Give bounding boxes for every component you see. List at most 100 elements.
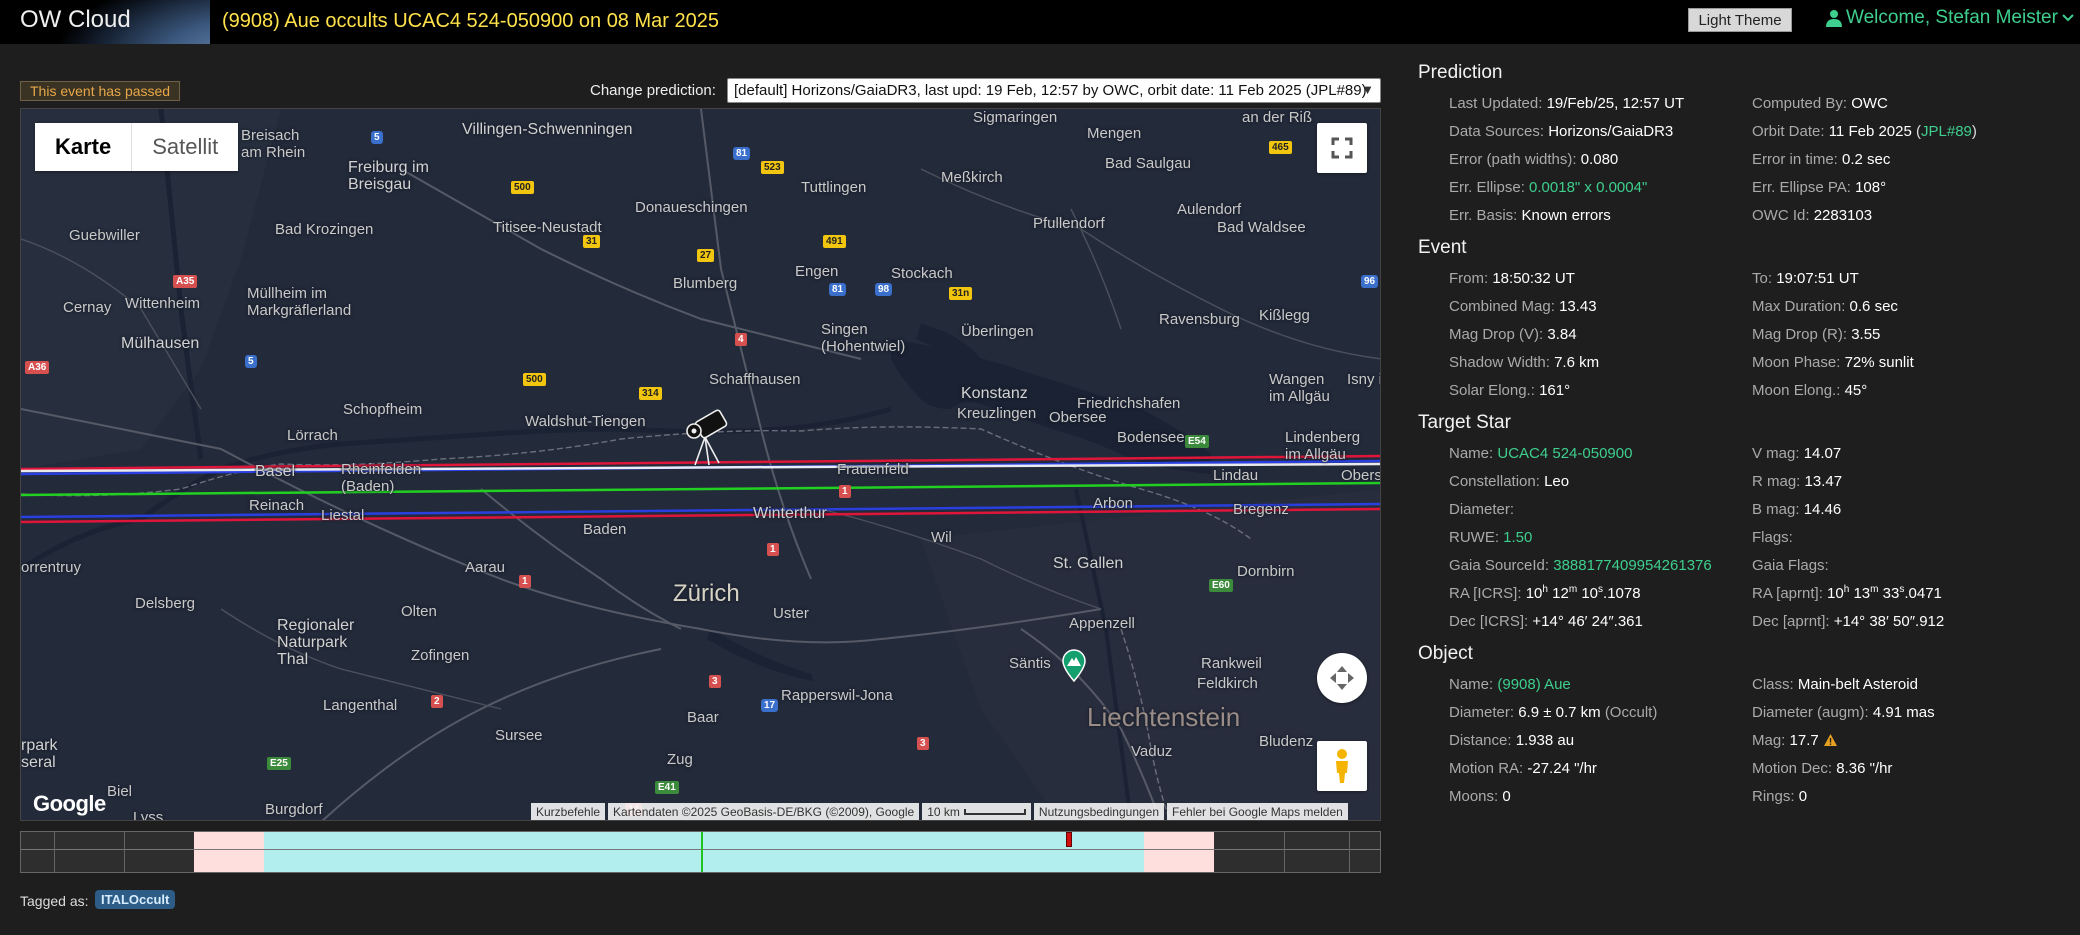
- report-error-link[interactable]: Fehler bei Google Maps melden: [1167, 803, 1348, 820]
- motion-ra-key: Motion RA:: [1449, 759, 1524, 777]
- telescope-icon[interactable]: [679, 407, 729, 469]
- scale-bar[interactable]: 10 km: [922, 803, 1031, 820]
- scale-bar-label: 10 km: [927, 805, 960, 819]
- timeline-current-marker[interactable]: [1066, 832, 1072, 847]
- detail-value[interactable]: 0.0018" x 0.0004": [1529, 179, 1647, 196]
- map-place-label: Lindau: [1213, 467, 1259, 484]
- detail-key: To:: [1752, 269, 1773, 287]
- logo[interactable]: OW Cloud: [0, 0, 210, 44]
- detail-cell: OWC Id: 2283103: [1752, 207, 2052, 224]
- detail-value: 0.2 sec: [1842, 150, 1891, 168]
- map-place-label: Kreuzlingen: [957, 405, 1037, 422]
- map-place-label: Biel: [107, 783, 133, 800]
- detail-cell: Error in time: 0.2 sec: [1752, 151, 2052, 168]
- detail-value: 108°: [1855, 178, 1887, 196]
- map-pan-control[interactable]: [1317, 653, 1367, 703]
- user-menu[interactable]: Welcome, Stefan Meister: [1826, 7, 2074, 29]
- map-place-label: Pfullendorf: [1033, 215, 1105, 232]
- map-place-label: Wil: [931, 529, 952, 546]
- scale-bar-line: [963, 809, 1026, 815]
- detail-row: Diameter: 6.9 ± 0.7 km (Occult) Diameter…: [1418, 698, 2068, 726]
- star-name-link[interactable]: UCAC4 524-050900: [1497, 445, 1632, 462]
- map-place-label: Obers: [1341, 467, 1381, 484]
- object-name-link[interactable]: (9908) Aue: [1497, 676, 1570, 693]
- gaia-source-id-link[interactable]: 3888177409954261376: [1553, 557, 1712, 574]
- ruwe-key: RUWE:: [1449, 528, 1499, 546]
- road-shield: 5: [245, 355, 257, 368]
- class-key: Class:: [1752, 675, 1794, 693]
- change-prediction-label: Change prediction:: [590, 82, 716, 99]
- map-place-label: Guebwiller: [69, 227, 140, 244]
- detail-value: 72% sunlit: [1844, 353, 1914, 371]
- road-shield: 3: [709, 675, 721, 688]
- map-type-karte[interactable]: Karte: [35, 123, 133, 171]
- map-place-label: Reinach: [249, 497, 305, 514]
- map-place-label: Aulendorf: [1177, 201, 1242, 218]
- object-name-key: Name:: [1449, 675, 1494, 693]
- tag-badge[interactable]: ITALOccult: [95, 890, 176, 909]
- dec-aprnt-value: +14° 38′ 50″.912: [1833, 612, 1945, 630]
- ra-aprnt-key: RA [aprnt]:: [1752, 585, 1823, 602]
- detail-value: 3.55: [1851, 325, 1881, 343]
- map-place-label: Regionaler Naturpark Thal: [277, 617, 355, 668]
- prediction-section: Prediction Last Updated: 19/Feb/25, 12:5…: [1418, 62, 2068, 229]
- moons-value: 0: [1502, 787, 1511, 805]
- tagged-label: Tagged as:: [20, 893, 89, 909]
- keyboard-shortcuts-link[interactable]: Kurzbefehle: [531, 803, 606, 820]
- detail-cell: Err. Basis: Known errors: [1418, 207, 1752, 224]
- class-value: Main-belt Asteroid: [1797, 675, 1918, 693]
- detail-row: From: 18:50:32 UT To: 19:07:51 UT: [1418, 264, 2068, 292]
- object-diameter-note: (Occult): [1604, 703, 1658, 721]
- map-place-label: Sigmaringen: [973, 109, 1058, 126]
- detail-key: Err. Ellipse:: [1449, 178, 1525, 196]
- map-place-label: Bodensee: [1117, 429, 1185, 446]
- r-mag-value: 13.47: [1804, 472, 1843, 490]
- detail-key: OWC Id:: [1752, 206, 1810, 224]
- map-place-label: Lörrach: [287, 427, 338, 444]
- map-place-label: Schopfheim: [343, 401, 423, 418]
- terms-link[interactable]: Nutzungsbedingungen: [1033, 803, 1165, 820]
- map-type-satellit[interactable]: Satellit: [132, 123, 238, 171]
- event-timeline[interactable]: [20, 831, 1381, 873]
- jpl-orbit-link[interactable]: JPL#89: [1921, 123, 1972, 140]
- map-place-label: Burgdorf: [265, 801, 323, 818]
- star-name-key: Name:: [1449, 444, 1494, 462]
- light-theme-button[interactable]: Light Theme: [1688, 8, 1792, 32]
- street-view-pegman[interactable]: [1317, 741, 1367, 791]
- map-place-label: Bad Waldsee: [1217, 219, 1306, 236]
- mountain-marker-icon[interactable]: [1059, 648, 1089, 682]
- detail-cell: Shadow Width: 7.6 km: [1418, 354, 1752, 371]
- fullscreen-button[interactable]: [1317, 123, 1367, 173]
- road-shield: 491: [823, 235, 846, 248]
- map-place-label: Mülhausen: [121, 335, 200, 352]
- detail-row: RA [ICRS]: 10h 12m 10s.1078 RA [aprnt]: …: [1418, 579, 2068, 607]
- warning-icon[interactable]: [1823, 733, 1838, 747]
- prediction-select[interactable]: [default] Horizons/GaiaDR3, last upd: 19…: [727, 78, 1381, 103]
- map-place-label: Bad Saulgau: [1105, 155, 1191, 172]
- map-type-control: Karte Satellit: [35, 123, 239, 171]
- detail-row: Dec [ICRS]: +14° 46′ 24″.361 Dec [aprnt]…: [1418, 607, 2068, 635]
- motion-dec-value: 8.36 "/hr: [1836, 759, 1893, 777]
- road-shield: 500: [511, 181, 534, 194]
- map-data-credit: Kartendaten ©2025 GeoBasis-DE/BKG (©2009…: [608, 803, 920, 820]
- flags-key: Flags:: [1752, 528, 1793, 546]
- timeline-pink-zone-right: [1144, 832, 1214, 872]
- road-shield: 523: [761, 161, 784, 174]
- motion-dec-key: Motion Dec:: [1752, 759, 1833, 777]
- detail-key: Data Sources:: [1449, 122, 1545, 140]
- ruwe-value[interactable]: 1.50: [1503, 529, 1532, 546]
- map-place-label: Wittenheim: [125, 295, 201, 312]
- map[interactable]: Villingen-Schwenningen Sigmaringen Mengen B…: [20, 108, 1381, 821]
- detail-value: OWC: [1851, 94, 1888, 112]
- gaia-flags-key: Gaia Flags:: [1752, 556, 1829, 574]
- road-shield: 500: [523, 373, 546, 386]
- detail-key: Error in time:: [1752, 150, 1838, 168]
- object-section: Object Name: (9908) Aue Class: Main-belt…: [1418, 643, 2068, 810]
- detail-key: Max Duration:: [1752, 297, 1846, 315]
- prediction-select-value: [default] Horizons/GaiaDR3, last upd: 19…: [734, 82, 1367, 99]
- chevron-down-icon: ▼: [1361, 82, 1374, 97]
- motion-ra-value: -27.24 "/hr: [1527, 759, 1597, 777]
- mag-key: Mag:: [1752, 731, 1786, 749]
- ra-icrs-value: 10h 12m 10s.1078: [1525, 584, 1641, 602]
- detail-row: Motion RA: -27.24 "/hr Motion Dec: 8.36 …: [1418, 754, 2068, 782]
